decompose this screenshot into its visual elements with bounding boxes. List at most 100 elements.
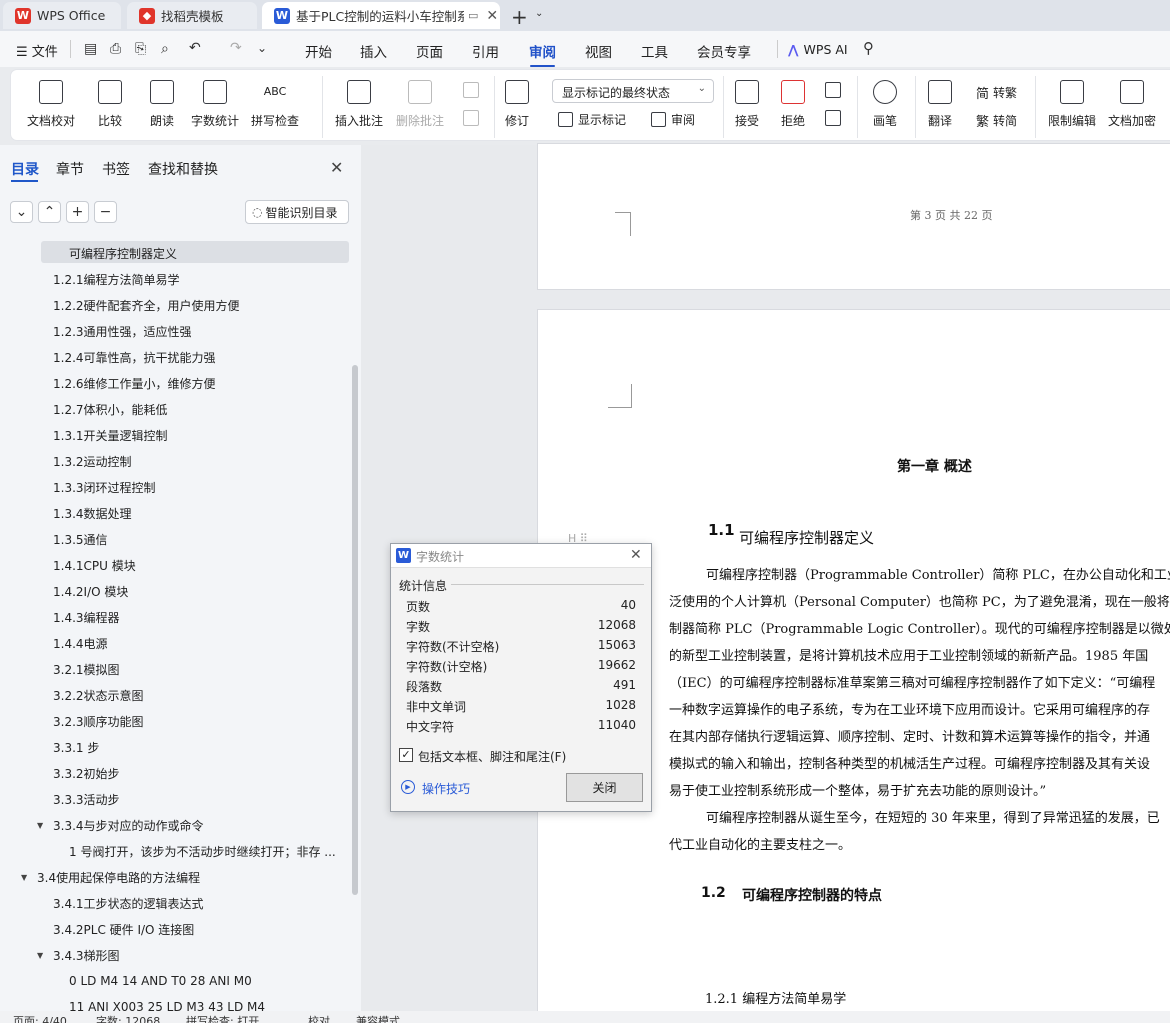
close-panel-icon[interactable]: ✕ xyxy=(330,158,343,177)
menu-start[interactable]: 开始 xyxy=(305,41,332,61)
status-word-count[interactable]: 字数: 12068 xyxy=(96,1013,160,1023)
find-icon[interactable]: ⌕ xyxy=(161,41,169,57)
toc-item[interactable]: 1.2.1编程方法简单易学 xyxy=(0,266,352,292)
toc-item[interactable]: 1.2.2硬件配套齐全，用户使用方便 xyxy=(0,292,352,318)
toc-item[interactable]: 11 ANI X003 25 LD M3 43 LD M4 xyxy=(0,994,352,1011)
toc-item[interactable]: 3.3.1 步 xyxy=(0,734,352,760)
menu-member[interactable]: 会员专享 xyxy=(697,41,751,61)
toc-item[interactable]: 1 号阀打开，该步为不活动步时继续打开；非存 ... xyxy=(0,838,352,864)
tab-chapters[interactable]: 章节 xyxy=(56,159,84,179)
toc-item[interactable]: 1.3.5通信 xyxy=(0,526,352,552)
redo-icon[interactable]: ↷ xyxy=(230,40,242,56)
delete-comment-button[interactable]: 删除批注 xyxy=(396,80,444,129)
word-count-button[interactable]: 字数统计 xyxy=(191,80,239,129)
toc-item[interactable]: 1.3.2运动控制 xyxy=(0,448,352,474)
to-traditional-button[interactable]: 简转繁 xyxy=(976,83,1017,102)
tab-toc[interactable]: 目录 xyxy=(11,159,39,179)
reject-button[interactable]: 拒绝 xyxy=(781,80,805,129)
toc-item[interactable]: 1.2.3通用性强，适应性强 xyxy=(0,318,352,344)
show-markup-button[interactable]: 显示标记 xyxy=(558,111,626,128)
next-change-icon[interactable] xyxy=(825,110,841,126)
menu-insert[interactable]: 插入 xyxy=(360,41,387,61)
wps-ai-button[interactable]: ⋀ WPS AI xyxy=(788,42,848,57)
toc-item[interactable]: ▼ 3.4使用起保停电路的方法编程 xyxy=(0,864,352,890)
expand-triangle-icon[interactable]: ▼ xyxy=(37,821,49,830)
spell-check-button[interactable]: ABC 拼写检查 xyxy=(251,80,299,129)
prev-change-icon[interactable] xyxy=(825,82,841,98)
track-changes-button[interactable]: 修订 xyxy=(505,80,529,129)
toc-item[interactable]: 3.3.3活动步 xyxy=(0,786,352,812)
toc-item[interactable]: ▼ 3.3.4与步对应的动作或命令 xyxy=(0,812,352,838)
tab-document[interactable]: W 基于PLC控制的运料小车控制系 ▭ ✕ xyxy=(262,2,500,29)
expand-triangle-icon[interactable]: ▼ xyxy=(37,951,49,960)
undo-icon[interactable]: ↶ xyxy=(189,40,201,56)
collapse-up-button[interactable]: ⌃ xyxy=(38,201,61,223)
toc-item[interactable]: 3.3.2初始步 xyxy=(0,760,352,786)
markup-mode-select[interactable]: 显示标记的最终状态 ⌄ xyxy=(552,79,714,103)
accept-button[interactable]: 接受 xyxy=(735,80,759,129)
tab-wps-office[interactable]: W WPS Office xyxy=(3,2,121,29)
new-tab-plus-icon[interactable]: + xyxy=(511,5,528,29)
to-simplified-button[interactable]: 繁转简 xyxy=(976,111,1017,130)
toc-item[interactable]: 1.2.6维修工作量小，维修方便 xyxy=(0,370,352,396)
save-icon[interactable]: ▤ xyxy=(84,41,97,57)
menu-review[interactable]: 审阅 xyxy=(529,41,556,67)
close-dialog-icon[interactable]: ✕ xyxy=(630,547,642,563)
toc-item[interactable]: ▼ 3.4.3梯形图 xyxy=(0,942,352,968)
toc-item[interactable]: 3.2.3顺序功能图 xyxy=(0,708,352,734)
file-menu[interactable]: ☰ 文件 xyxy=(16,41,58,60)
menu-reference[interactable]: 引用 xyxy=(472,41,499,61)
panel-scrollbar[interactable] xyxy=(352,365,358,895)
tips-link[interactable]: 操作技巧 xyxy=(422,780,470,797)
doc-check-button[interactable]: 文档校对 xyxy=(27,80,75,129)
prev-comment-icon[interactable] xyxy=(463,82,479,98)
menu-view[interactable]: 视图 xyxy=(585,41,612,61)
status-page[interactable]: 页面: 4/40 xyxy=(13,1013,67,1023)
close-tab-icon[interactable]: ✕ xyxy=(486,8,498,24)
toc-item[interactable]: 3.2.1模拟图 xyxy=(0,656,352,682)
more-chevron-icon[interactable]: ⌄ xyxy=(257,41,267,55)
search-icon[interactable]: ⚲ xyxy=(863,39,874,57)
toc-item[interactable]: 1.2.4可靠性高，抗干扰能力强 xyxy=(0,344,352,370)
expand-triangle-icon[interactable]: ▼ xyxy=(21,873,33,882)
toc-item[interactable]: 可编程序控制器定义 xyxy=(0,240,352,266)
print-preview-icon[interactable]: ⎙ xyxy=(110,41,121,57)
next-comment-icon[interactable] xyxy=(463,110,479,126)
tab-bookmarks[interactable]: 书签 xyxy=(102,159,130,179)
tab-list-chevron-icon[interactable]: ⌄ xyxy=(535,8,543,19)
toc-item[interactable]: 1.3.3闭环过程控制 xyxy=(0,474,352,500)
compare-button[interactable]: 比较 xyxy=(98,80,122,129)
close-button[interactable]: 关闭 xyxy=(566,773,643,802)
toc-item[interactable]: 1.4.3编程器 xyxy=(0,604,352,630)
remove-heading-button[interactable]: − xyxy=(94,201,117,223)
menu-page[interactable]: 页面 xyxy=(416,41,443,61)
read-aloud-button[interactable]: 朗读 xyxy=(150,80,174,129)
doc-encrypt-button[interactable]: 文档加密 xyxy=(1108,80,1156,129)
toc-item[interactable]: 3.4.1工步状态的逻辑表达式 xyxy=(0,890,352,916)
toc-item[interactable]: 1.3.4数据处理 xyxy=(0,500,352,526)
monitor-icon[interactable]: ▭ xyxy=(468,9,478,22)
toc-item[interactable]: 1.4.1CPU 模块 xyxy=(0,552,352,578)
tab-find-replace[interactable]: 查找和替换 xyxy=(148,159,218,179)
toc-item[interactable]: 1.3.1开关量逻辑控制 xyxy=(0,422,352,448)
toc-item[interactable]: 3.4.2PLC 硬件 I/O 连接图 xyxy=(0,916,352,942)
pen-button[interactable]: 画笔 xyxy=(873,80,897,129)
print-icon[interactable]: ⎘ xyxy=(135,41,146,57)
toc-item[interactable]: 1.2.7体积小，能耗低 xyxy=(0,396,352,422)
smart-toc-button[interactable]: ◌ 智能识别目录 xyxy=(245,200,349,224)
include-footnotes-checkbox[interactable]: ✓ xyxy=(399,748,413,762)
toc-item[interactable]: 1.4.2I/O 模块 xyxy=(0,578,352,604)
tab-template[interactable]: ◆ 找稻壳模板 xyxy=(127,2,257,29)
toc-item[interactable]: 0 LD M4 14 AND T0 28 ANI M0 xyxy=(0,968,352,994)
status-proof[interactable]: 校对 xyxy=(308,1013,330,1023)
toc-item[interactable]: 1.4.4电源 xyxy=(0,630,352,656)
toc-item[interactable]: 3.2.2状态示意图 xyxy=(0,682,352,708)
collapse-down-button[interactable]: ⌄ xyxy=(10,201,33,223)
review-pane-button[interactable]: 审阅 xyxy=(651,111,695,128)
status-spell-check[interactable]: 拼写检查: 打开 xyxy=(186,1013,259,1023)
add-heading-button[interactable]: + xyxy=(66,201,89,223)
translate-button[interactable]: 翻译 xyxy=(928,80,952,129)
menu-tools[interactable]: 工具 xyxy=(641,41,668,61)
insert-comment-button[interactable]: 插入批注 xyxy=(335,80,383,129)
restrict-edit-button[interactable]: 限制编辑 xyxy=(1048,80,1096,129)
